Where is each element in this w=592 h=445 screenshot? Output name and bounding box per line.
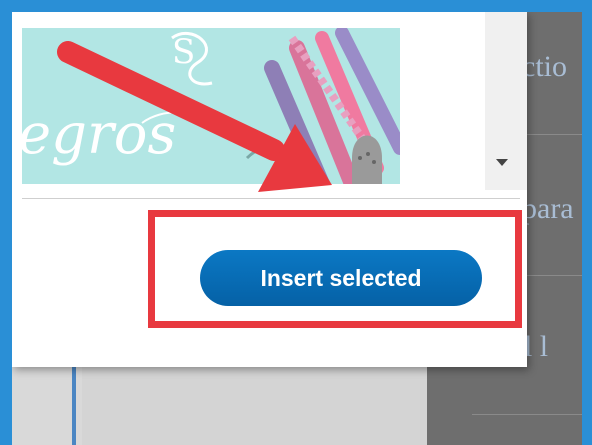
background-label-1: ctio (522, 50, 567, 83)
insert-selected-button[interactable]: Insert selected (200, 250, 482, 306)
background-label-2: para (522, 192, 574, 225)
thumbnail-text: egros (22, 102, 176, 167)
thumbnail-artwork: egros S (22, 28, 400, 184)
insert-image-dialog: egros S Insert selected (12, 12, 527, 367)
divider (472, 414, 582, 415)
image-thumbnail[interactable]: egros S (22, 28, 400, 184)
screenshot-frame: ctio para ocial l egros S (12, 12, 582, 445)
scroll-down-icon[interactable] (496, 159, 508, 166)
blue-rule (72, 367, 76, 445)
background-card (82, 367, 427, 445)
dialog-divider (22, 198, 520, 199)
thumbnail-small-text: S (172, 32, 195, 72)
